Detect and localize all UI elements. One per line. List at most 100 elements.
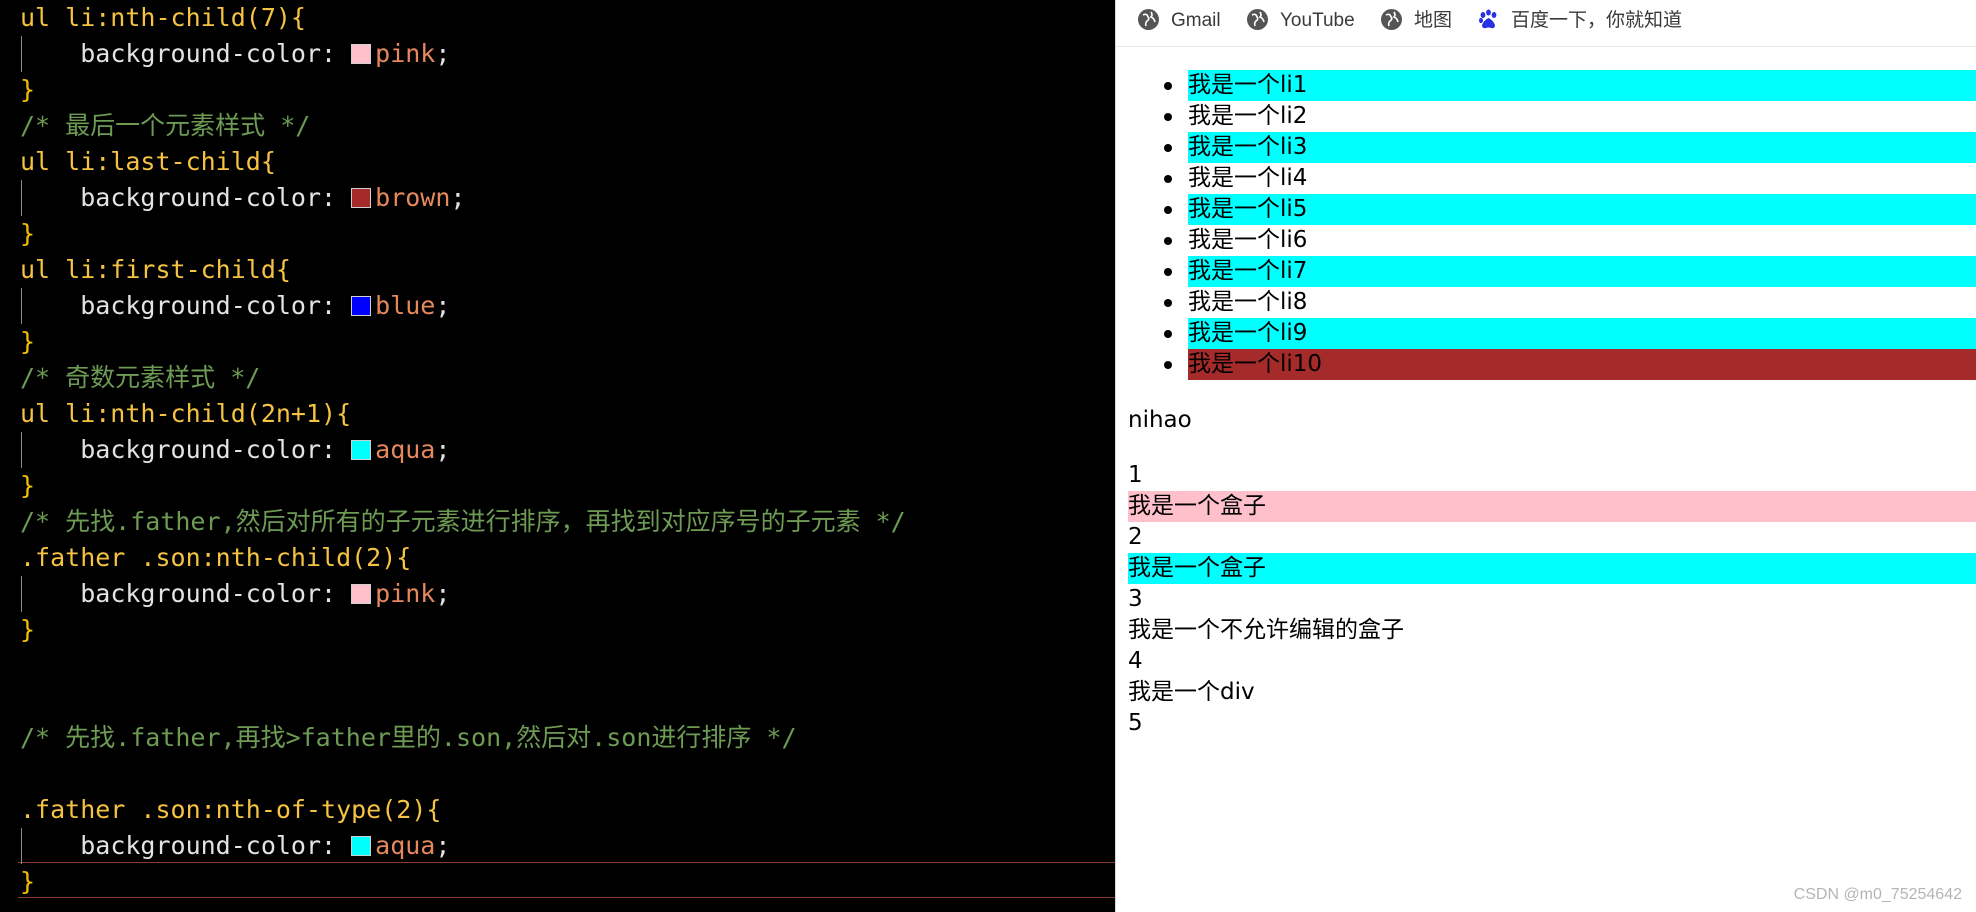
list-item: 我是一个li10: [1164, 349, 1976, 380]
css-property: background-color:: [80, 183, 352, 212]
code-comment-line: /* 先找.father,再找>father里的.son,然后对.son进行排序…: [20, 723, 797, 752]
code-selector-line: ul li:nth-child(2n+1){: [20, 399, 352, 428]
bookmark-label: Gmail: [1171, 10, 1221, 31]
list-item-text: 我是一个li5: [1188, 196, 1308, 222]
list-bullet: [1164, 361, 1172, 369]
code-selector-line: .father .son:nth-child(2){: [20, 543, 412, 572]
list-item: 我是一个li9: [1164, 318, 1976, 349]
father-child: 我是一个div: [1128, 679, 1255, 705]
css-value: blue: [375, 291, 436, 320]
css-property: background-color:: [80, 39, 352, 68]
code-editor[interactable]: ul li:nth-child(7){ background-color: pi…: [0, 0, 1115, 912]
css-value: aqua: [375, 831, 436, 860]
list-item-text: 我是一个li7: [1188, 258, 1308, 284]
list-item-text: 我是一个li4: [1188, 165, 1308, 191]
color-swatch[interactable]: [351, 440, 372, 460]
list-bullet: [1164, 268, 1172, 276]
semicolon: ;: [435, 579, 451, 608]
current-line-highlight: [18, 862, 1115, 898]
browser-viewport: Gmail YouTube 地图 百度一下，你就知道 我是一个li1 我是一个l…: [1116, 0, 1976, 912]
father-child: 我是一个不允许编辑的盒子: [1128, 617, 1404, 643]
father-child: 4: [1128, 648, 1143, 674]
father-child: 我是一个盒子: [1128, 491, 1976, 522]
code-closing-brace: }: [20, 471, 36, 500]
list-item-text: 我是一个li8: [1188, 289, 1308, 315]
list-bullet: [1164, 206, 1172, 214]
bookmark-baidu[interactable]: 百度一下，你就知道: [1478, 8, 1682, 34]
bookmark-youtube[interactable]: YouTube: [1247, 8, 1355, 34]
list-item-text: 我是一个li6: [1188, 227, 1308, 253]
father-child: 2: [1128, 524, 1143, 550]
semicolon: ;: [435, 831, 451, 860]
csdn-watermark: CSDN @m0_75254642: [1793, 886, 1962, 903]
list-item-text: 我是一个li3: [1188, 134, 1308, 160]
code-declaration-line: background-color: aqua;: [20, 828, 450, 864]
bookmark-map[interactable]: 地图: [1381, 8, 1452, 34]
code-selector-line: .father .son:nth-of-type(2){: [20, 795, 442, 824]
css-property: background-color:: [80, 579, 352, 608]
list-item-text: 我是一个li2: [1188, 103, 1308, 129]
father-child: 3: [1128, 586, 1143, 612]
color-swatch[interactable]: [351, 44, 372, 64]
code-selector-line: ul li:nth-child(7){: [20, 3, 306, 32]
list-item: 我是一个li1: [1164, 70, 1976, 101]
list-item-text: 我是一个li9: [1188, 320, 1308, 346]
css-property: background-color:: [80, 435, 352, 464]
code-selector-line: ul li:last-child{: [20, 147, 276, 176]
list-item: 我是一个li7: [1164, 256, 1976, 287]
semicolon: ;: [450, 183, 466, 212]
code-closing-brace: }: [20, 75, 36, 104]
semicolon: ;: [435, 291, 451, 320]
css-value: aqua: [375, 435, 436, 464]
father-child: 5: [1128, 710, 1143, 736]
code-closing-brace: }: [20, 615, 36, 644]
list-item: 我是一个li8: [1164, 287, 1976, 318]
semicolon: ;: [435, 39, 451, 68]
indent-guide: [21, 828, 22, 864]
semicolon: ;: [435, 435, 451, 464]
bookmark-label: 地图: [1414, 10, 1453, 31]
list-item: 我是一个li2: [1164, 101, 1976, 132]
bookmark-label: YouTube: [1280, 10, 1355, 31]
list-item: 我是一个li6: [1164, 225, 1976, 256]
css-property: background-color:: [80, 831, 352, 860]
code-selector-line: ul li:first-child{: [20, 255, 291, 284]
list-bullet: [1164, 299, 1172, 307]
list-bullet: [1164, 330, 1172, 338]
color-swatch[interactable]: [351, 584, 372, 604]
css-value: brown: [375, 183, 451, 212]
list-bullet: [1164, 175, 1172, 183]
bookmark-gmail[interactable]: Gmail: [1138, 8, 1221, 34]
globe-icon: [1138, 9, 1159, 30]
list-bullet: [1164, 82, 1172, 90]
code-closing-brace: }: [20, 327, 36, 356]
code-closing-brace: }: [20, 219, 36, 248]
code-comment-line: /* 奇数元素样式 */: [20, 363, 261, 392]
father-child: 我是一个盒子: [1128, 553, 1976, 584]
code-declaration-line: background-color: brown;: [20, 180, 465, 216]
father-child: 1: [1128, 462, 1143, 488]
css-property: background-color:: [80, 291, 352, 320]
globe-icon: [1381, 9, 1402, 30]
list-item: 我是一个li4: [1164, 163, 1976, 194]
code-declaration-line: background-color: pink;: [20, 576, 450, 612]
list-bullet: [1164, 113, 1172, 121]
list-item: 我是一个li5: [1164, 194, 1976, 225]
css-value: pink: [375, 39, 436, 68]
code-declaration-line: background-color: aqua;: [20, 432, 450, 468]
list-item: 我是一个li3: [1164, 132, 1976, 163]
code-comment-line: /* 最后一个元素样式 */: [20, 111, 311, 140]
color-swatch[interactable]: [351, 836, 372, 856]
paragraph-nihao: nihao: [1128, 407, 1192, 433]
color-swatch[interactable]: [351, 188, 372, 208]
css-value: pink: [375, 579, 436, 608]
globe-icon: [1247, 9, 1268, 30]
code-declaration-line: background-color: pink;: [20, 36, 450, 72]
color-swatch[interactable]: [351, 296, 372, 316]
list-bullet: [1164, 237, 1172, 245]
